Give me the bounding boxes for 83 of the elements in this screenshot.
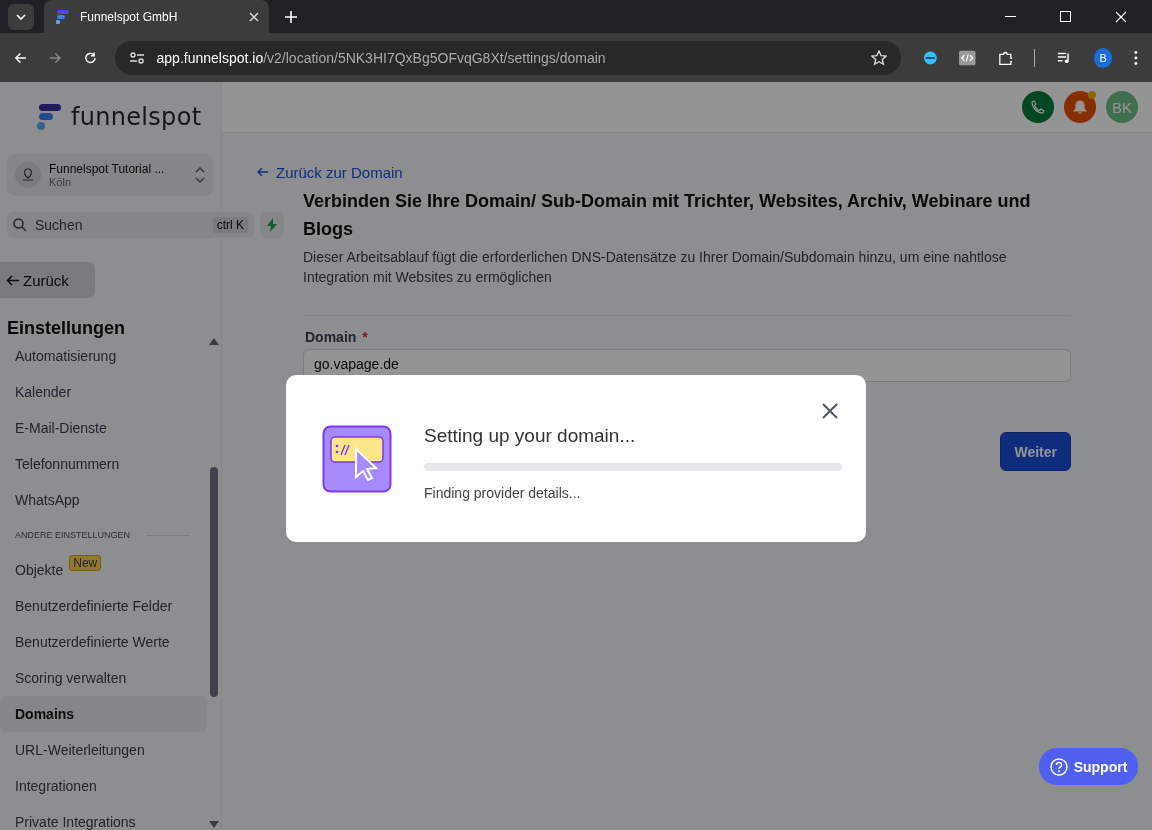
sidebar-item[interactable]: Domains	[0, 696, 207, 732]
extension-icon[interactable]	[922, 49, 938, 66]
sidebar-item-label: Objekte	[15, 562, 64, 578]
sidebar-item[interactable]: Kalender	[0, 374, 207, 410]
sidebar-item[interactable]: Private Integrations	[0, 804, 207, 830]
sidebar-item[interactable]: Objekte New	[0, 552, 207, 588]
sidebar-item[interactable]: E-Mail-Dienste	[0, 410, 207, 446]
scroll-down-icon[interactable]	[209, 821, 219, 828]
account-location: Köln	[49, 176, 73, 188]
sidebar-item-label: Domains	[15, 706, 75, 722]
location-pin-icon	[15, 162, 41, 188]
support-button[interactable]: Support	[1039, 748, 1138, 785]
scroll-up-icon[interactable]	[209, 338, 219, 345]
back-arrow-icon	[6, 274, 19, 286]
url-text: app.funnelspot.io/v2/location/5NK3HI7QxBg5OFvqG8Xt/settings/domain	[156, 49, 606, 66]
sidebar-item-label: Private Integrations	[15, 814, 136, 830]
sidebar-item-label: URL-Weiterleitungen	[15, 742, 145, 758]
sidebar-item[interactable]: URL-Weiterleitungen	[0, 732, 207, 768]
group-heading: ANDERE EINSTELLUNGEN	[15, 530, 131, 540]
browser-cursor-icon	[322, 424, 392, 493]
status-text: Finding provider details...	[424, 484, 582, 501]
forward-arrow-icon[interactable]	[48, 50, 62, 65]
section-title: Einstellungen	[6, 317, 126, 338]
search-icon	[13, 218, 27, 232]
tab-title: Funnelspot GmbH	[80, 9, 179, 24]
sidebar-item-label: Telefonnummern	[15, 456, 120, 472]
maximize-icon[interactable]	[1060, 11, 1071, 22]
sidebar-item-label: WhatsApp	[15, 492, 80, 508]
sidebar-item[interactable]: WhatsApp	[0, 482, 207, 518]
puzzle-icon[interactable]	[997, 49, 1013, 66]
sidebar-item[interactable]: Benutzerdefinierte Werte	[0, 624, 207, 660]
page-description: Dieser Arbeitsablauf fügt die erforderlichen DNS-Datensätze zu Ihrer Domain/Subdomain hinzu, um eine nahtlose Integration mit Websites zu ermöglichen	[303, 248, 1008, 287]
field-label: Domain	[305, 329, 357, 345]
sidebar-item-label: Scoring verwalten	[15, 670, 127, 686]
next-button[interactable]: Weiter	[1000, 432, 1071, 471]
menu-icon[interactable]	[1134, 49, 1138, 66]
sidebar-item-label: Kalender	[15, 384, 72, 400]
phone-button[interactable]	[1022, 91, 1054, 123]
new-tab-icon[interactable]	[285, 10, 297, 23]
help-icon	[1049, 757, 1068, 776]
lightning-icon	[266, 218, 278, 232]
account-switcher[interactable]: Funnelspot Tutorial ... Köln	[7, 154, 213, 196]
sidebar-item[interactable]: Benutzerdefinierte Felder	[0, 588, 207, 624]
chevron-up-down-icon	[195, 167, 205, 183]
back-arrow-icon[interactable]	[14, 50, 27, 65]
sidebar-item-label: Benutzerdefinierte Werte	[15, 634, 170, 650]
sidebar-item-label: E-Mail-Dienste	[15, 420, 107, 436]
back-link[interactable]: Zurück zur Domain	[256, 163, 403, 181]
address-bar[interactable]: app.funnelspot.io/v2/location/5NK3HI7QxBg5OFvqG8Xt/settings/domain	[114, 40, 901, 75]
logo-text: funnelspot	[71, 103, 202, 131]
sidebar-item[interactable]: Telefonnummern	[0, 446, 207, 482]
chevron-down-icon	[16, 13, 26, 20]
sidebar-item-label: Integrationen	[15, 778, 97, 794]
media-icon[interactable]	[1057, 50, 1072, 65]
back-arrow-icon	[256, 167, 268, 177]
site-settings-icon[interactable]	[128, 50, 145, 65]
account-name: Funnelspot Tutorial ...	[49, 162, 166, 176]
sidebar-item[interactable]: Automatisierung	[0, 338, 207, 374]
minimize-icon[interactable]	[1005, 15, 1016, 18]
sidebar-item[interactable]: Scoring verwalten	[0, 660, 207, 696]
scrollbar-thumb[interactable]	[210, 467, 218, 697]
sidebar-item-label: Automatisierung	[15, 348, 117, 364]
required-mark: *	[362, 329, 368, 345]
close-icon[interactable]	[822, 403, 838, 419]
sidebar-item[interactable]: Integrationen	[0, 768, 207, 804]
profile-avatar[interactable]: B	[1094, 47, 1113, 68]
logo-icon	[54, 8, 70, 25]
phone-icon	[1031, 100, 1045, 114]
modal-title: Setting up your domain...	[424, 424, 637, 447]
browser-tab[interactable]: Funnelspot GmbH	[44, 0, 269, 33]
code-icon[interactable]	[959, 49, 976, 66]
new-badge: New	[69, 555, 102, 571]
bell-icon	[1073, 99, 1087, 115]
sidebar-item-label: Benutzerdefinierte Felder	[15, 598, 173, 614]
tab-list-button[interactable]	[8, 3, 34, 30]
search-field[interactable]: Suchen ctrl K	[7, 212, 254, 238]
back-button[interactable]: Zurück	[0, 262, 95, 298]
page-title: Verbinden Sie Ihre Domain/ Sub-Domain mit Trichter, Websites, Archiv, Webinare und Blogs	[303, 190, 1032, 241]
star-icon[interactable]	[870, 49, 887, 66]
reload-icon[interactable]	[83, 50, 97, 65]
shortcut-hint: ctrl K	[212, 217, 248, 233]
search-input[interactable]: Suchen	[33, 216, 207, 234]
notification-button[interactable]	[1064, 91, 1096, 123]
